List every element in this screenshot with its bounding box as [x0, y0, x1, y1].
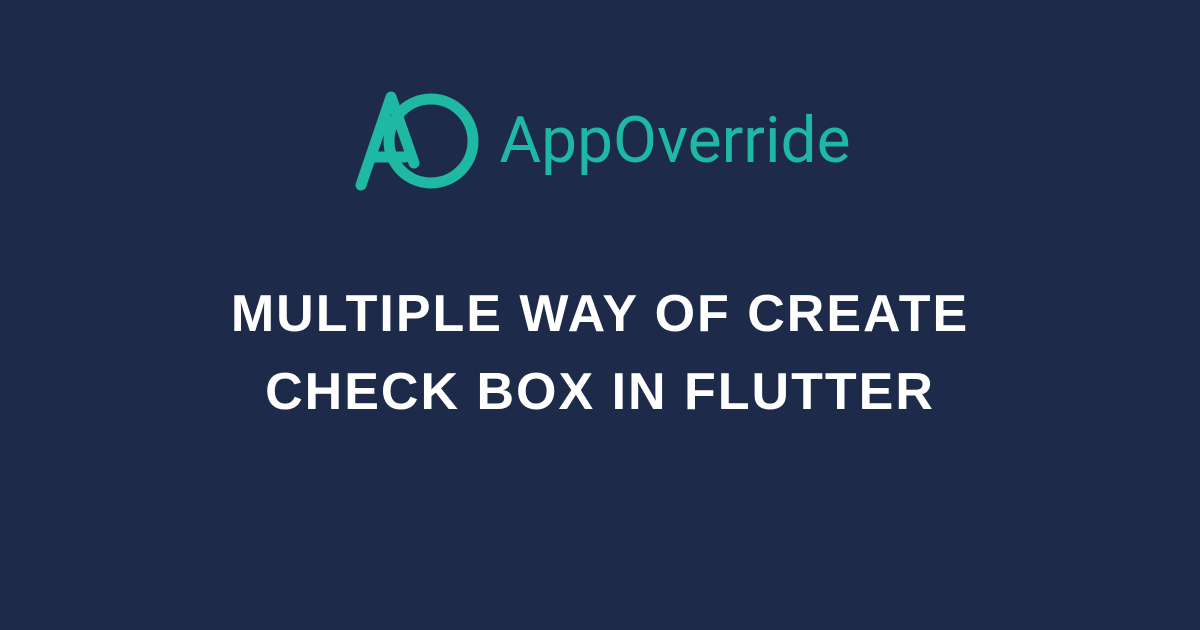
page-headline: Multiple way of create check box in Flut…: [150, 275, 1050, 431]
brand-name: AppOverride: [499, 103, 850, 178]
brand-logo: AppOverride: [349, 85, 850, 195]
appoverride-logo-icon: [349, 85, 479, 195]
